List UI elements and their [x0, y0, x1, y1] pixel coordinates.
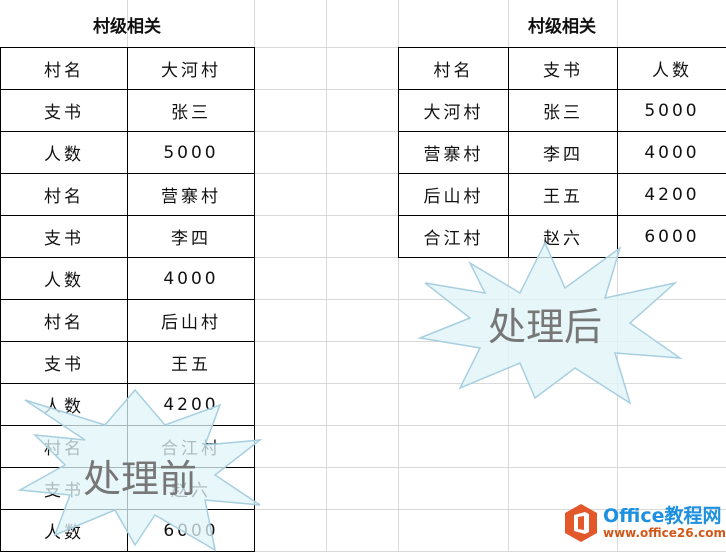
office-logo-icon: [565, 504, 597, 542]
left-table-value-cell[interactable]: 4000: [127, 257, 255, 300]
right-table-cell[interactable]: 营寨村: [398, 131, 509, 174]
right-table-cell[interactable]: 王五: [508, 173, 618, 216]
left-table-label-cell[interactable]: 人数: [0, 257, 128, 300]
right-table-cell[interactable]: 4000: [617, 131, 726, 174]
left-table-value-cell[interactable]: 李四: [127, 215, 255, 258]
left-table-label-cell[interactable]: 支书: [0, 89, 128, 132]
right-table-title: 村级相关: [528, 17, 596, 37]
right-table-cell[interactable]: 张三: [508, 89, 618, 132]
right-table-cell[interactable]: 后山村: [398, 173, 509, 216]
right-table-cell[interactable]: 李四: [508, 131, 618, 174]
right-table-header-cell[interactable]: 村名: [398, 47, 509, 90]
right-table-header-cell[interactable]: 支书: [508, 47, 618, 90]
after-label: 处理后: [487, 305, 602, 349]
left-table-value-cell[interactable]: 后山村: [127, 299, 255, 342]
left-table-label-cell[interactable]: 支书: [0, 215, 128, 258]
logo-name: Office教程网: [603, 505, 722, 527]
right-table-cell[interactable]: 5000: [617, 89, 726, 132]
left-table-label-cell[interactable]: 村名: [0, 173, 128, 216]
left-table-label-cell[interactable]: 人数: [0, 131, 128, 174]
right-table-cell[interactable]: 大河村: [398, 89, 509, 132]
left-table-title: 村级相关: [93, 17, 161, 37]
right-table-header-cell[interactable]: 人数: [617, 47, 726, 90]
before-label: 处理前: [82, 457, 197, 501]
left-table-label-cell[interactable]: 村名: [0, 299, 128, 342]
right-table-cell[interactable]: 4200: [617, 173, 726, 216]
left-table-value-cell[interactable]: 张三: [127, 89, 255, 132]
logo-url: www.office26.com: [603, 526, 726, 540]
left-table-label-cell[interactable]: 村名: [0, 47, 128, 90]
left-table-value-cell[interactable]: 大河村: [127, 47, 255, 90]
left-table-value-cell[interactable]: 5000: [127, 131, 255, 174]
left-table-value-cell[interactable]: 王五: [127, 341, 255, 384]
office26-logo: Office教程网 www.office26.com: [563, 503, 726, 543]
gridline: [326, 0, 327, 552]
left-table-value-cell[interactable]: 营寨村: [127, 173, 255, 216]
left-table-label-cell[interactable]: 支书: [0, 341, 128, 384]
